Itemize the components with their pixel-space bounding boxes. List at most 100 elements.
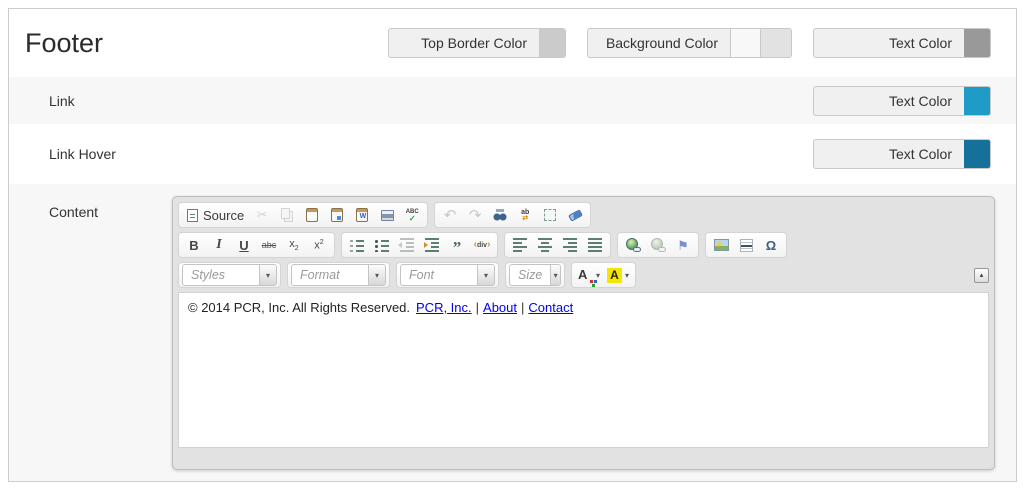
undo-button[interactable]: ↶ bbox=[438, 204, 462, 226]
collapse-toolbar-button[interactable]: ▴ bbox=[974, 268, 989, 283]
toolbar-row-2: B I U abc x2 x2 ” ‹div› bbox=[178, 232, 989, 258]
justify-icon bbox=[588, 238, 602, 252]
cut-icon: ✂ bbox=[257, 207, 268, 223]
superscript-button[interactable]: x2 bbox=[307, 234, 331, 256]
spellcheck-icon: ABC ✓ bbox=[406, 209, 419, 222]
print-icon bbox=[381, 210, 394, 221]
styles-dropdown[interactable]: Styles ▾ bbox=[182, 264, 277, 286]
copyright-text: © 2014 PCR, Inc. All Rights Reserved. bbox=[188, 300, 410, 315]
align-right-button[interactable] bbox=[558, 234, 582, 256]
paste-word-button[interactable]: W bbox=[350, 204, 374, 226]
bold-button[interactable]: B bbox=[182, 234, 206, 256]
special-char-button[interactable]: Ω bbox=[759, 234, 783, 256]
horizontal-rule-button[interactable] bbox=[734, 234, 758, 256]
paste-icon bbox=[306, 208, 318, 222]
subscript-button[interactable]: x2 bbox=[282, 234, 306, 256]
toolbar-row-3: Styles ▾ Format ▾ Font ▾ bbox=[178, 262, 989, 288]
underline-button[interactable]: U bbox=[232, 234, 256, 256]
copy-button[interactable] bbox=[275, 204, 299, 226]
link-hover-row: Link Hover Text Color bbox=[9, 124, 1016, 184]
size-dropdown-arrow-icon: ▾ bbox=[550, 265, 560, 285]
remove-format-icon bbox=[568, 209, 583, 221]
background-color-arrow-icon: ▾ bbox=[625, 271, 629, 280]
link-button[interactable] bbox=[621, 234, 645, 256]
footer-settings-panel: Footer Top Border Color Background Color… bbox=[8, 8, 1017, 482]
contact-link[interactable]: Contact bbox=[528, 300, 573, 315]
styles-dropdown-arrow-icon: ▾ bbox=[259, 265, 276, 285]
justify-button[interactable] bbox=[583, 234, 607, 256]
text-color-button[interactable]: Text Color bbox=[813, 28, 991, 58]
div-button[interactable]: ‹div› bbox=[470, 234, 494, 256]
strikethrough-button[interactable]: abc bbox=[257, 234, 281, 256]
find-button[interactable] bbox=[488, 204, 512, 226]
bulleted-list-button[interactable] bbox=[370, 234, 394, 256]
align-left-button[interactable] bbox=[508, 234, 532, 256]
indent-button[interactable] bbox=[420, 234, 444, 256]
link-hover-text-color-label: Text Color bbox=[814, 146, 964, 162]
font-dropdown[interactable]: Font ▾ bbox=[400, 264, 495, 286]
align-right-icon bbox=[563, 238, 577, 252]
collapse-arrow-icon: ▴ bbox=[980, 271, 984, 279]
top-border-color-button[interactable]: Top Border Color bbox=[388, 28, 566, 58]
bold-icon: B bbox=[189, 238, 198, 253]
format-dropdown-label: Format bbox=[292, 268, 368, 282]
pcr-inc-link[interactable]: PCR, Inc. bbox=[416, 300, 472, 315]
print-button[interactable] bbox=[375, 204, 399, 226]
image-button[interactable] bbox=[709, 234, 733, 256]
link-row: Link Text Color bbox=[9, 77, 1016, 124]
text-color-arrow-icon: ▾ bbox=[596, 271, 600, 280]
outdent-button[interactable] bbox=[395, 234, 419, 256]
image-icon bbox=[714, 239, 729, 251]
background-color-icon: A bbox=[607, 268, 622, 283]
separator: | bbox=[517, 300, 528, 315]
toolbar-group-paragraph: ” ‹div› bbox=[341, 232, 498, 258]
cut-button[interactable]: ✂ bbox=[250, 204, 274, 226]
align-center-button[interactable] bbox=[533, 234, 557, 256]
superscript-icon: x2 bbox=[314, 239, 323, 252]
editor-background-color-button[interactable]: A ▾ bbox=[604, 264, 632, 286]
format-dropdown[interactable]: Format ▾ bbox=[291, 264, 386, 286]
editor-text-color-button[interactable]: A ▾ bbox=[575, 264, 603, 286]
numbered-list-icon bbox=[350, 239, 364, 252]
spellcheck-button[interactable]: ABC ✓ bbox=[400, 204, 424, 226]
link-text-color-label: Text Color bbox=[814, 93, 964, 109]
anchor-button[interactable]: ⚑ bbox=[671, 234, 695, 256]
toolbar-row-1: Source ✂ W ABC ✓ ↶ bbox=[178, 202, 989, 228]
link-text-color-swatch bbox=[964, 87, 990, 115]
align-left-icon bbox=[513, 238, 527, 252]
subscript-icon: x2 bbox=[289, 238, 298, 252]
editor-content-area[interactable]: © 2014 PCR, Inc. All Rights Reserved. PCR… bbox=[178, 292, 989, 448]
unlink-button[interactable] bbox=[646, 234, 670, 256]
link-label: Link bbox=[49, 93, 75, 109]
blockquote-button[interactable]: ” bbox=[445, 234, 469, 256]
copy-icon bbox=[281, 208, 290, 219]
format-dropdown-arrow-icon: ▾ bbox=[368, 265, 385, 285]
numbered-list-button[interactable] bbox=[345, 234, 369, 256]
select-all-icon bbox=[544, 209, 556, 221]
replace-icon: ab ⇄ bbox=[521, 209, 529, 222]
top-border-color-label: Top Border Color bbox=[389, 35, 539, 51]
replace-button[interactable]: ab ⇄ bbox=[513, 204, 537, 226]
paste-button[interactable] bbox=[300, 204, 324, 226]
separator: | bbox=[472, 300, 483, 315]
background-color-swatch-1 bbox=[730, 29, 761, 57]
paste-text-button[interactable] bbox=[325, 204, 349, 226]
div-container-icon: ‹div› bbox=[474, 240, 491, 250]
about-link[interactable]: About bbox=[483, 300, 517, 315]
header: Footer Top Border Color Background Color… bbox=[9, 9, 1016, 77]
link-hover-text-color-button[interactable]: Text Color bbox=[813, 139, 991, 169]
omega-icon: Ω bbox=[766, 238, 776, 253]
select-all-button[interactable] bbox=[538, 204, 562, 226]
redo-icon: ↷ bbox=[469, 208, 482, 223]
source-button[interactable]: Source bbox=[182, 204, 249, 226]
size-dropdown[interactable]: Size ▾ bbox=[509, 264, 561, 286]
background-color-label: Background Color bbox=[588, 35, 730, 51]
source-button-label: Source bbox=[203, 208, 244, 223]
remove-format-button[interactable] bbox=[563, 204, 587, 226]
italic-button[interactable]: I bbox=[207, 234, 231, 256]
toolbar-group-colors: A ▾ A ▾ bbox=[571, 262, 636, 288]
content-label: Content bbox=[49, 204, 172, 220]
redo-button[interactable]: ↷ bbox=[463, 204, 487, 226]
link-text-color-button[interactable]: Text Color bbox=[813, 86, 991, 116]
background-color-button[interactable]: Background Color bbox=[587, 28, 792, 58]
